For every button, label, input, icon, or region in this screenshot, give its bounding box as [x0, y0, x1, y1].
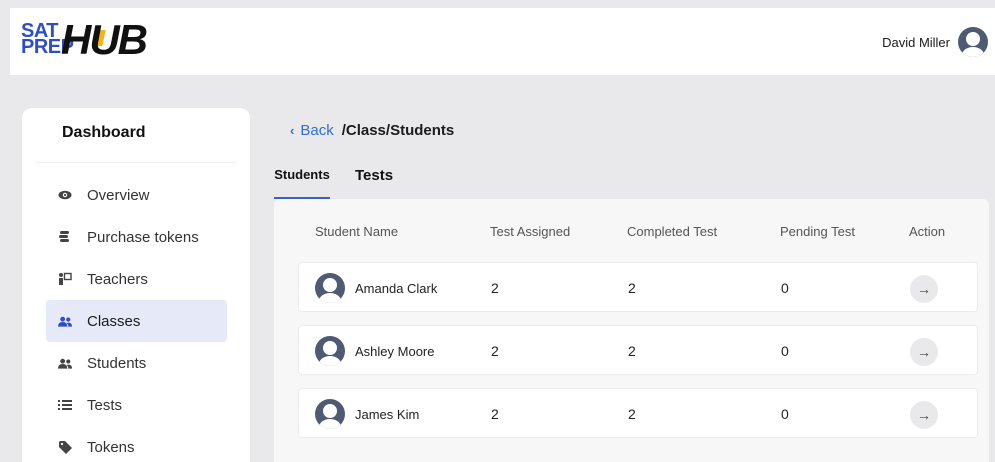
tag-icon	[58, 440, 72, 454]
table-row[interactable]: Amanda Clark 2 2 0 →	[298, 262, 978, 312]
test-assigned-value: 2	[491, 406, 499, 422]
breadcrumb: ‹ Back /Class/Students	[290, 122, 454, 139]
student-avatar	[315, 336, 345, 366]
sidebar-item-tests[interactable]: Tests	[46, 384, 227, 426]
users-icon	[58, 356, 72, 370]
sidebar-item-label: Tests	[87, 396, 123, 414]
pending-test-value: 0	[781, 280, 789, 296]
student-avatar	[315, 273, 345, 303]
student-name: Ashley Moore	[355, 343, 435, 359]
user-avatar[interactable]	[958, 27, 988, 57]
arrow-right-icon: →	[917, 407, 931, 423]
coins-icon	[58, 230, 72, 244]
column-header-action: Action	[909, 224, 946, 239]
completed-test-value: 2	[628, 343, 636, 359]
column-header-test-assigned: Test Assigned	[490, 224, 571, 239]
back-label: Back	[300, 122, 334, 139]
user-menu[interactable]: David Miller	[882, 27, 988, 57]
sidebar-item-purchase-tokens[interactable]: Purchase tokens	[46, 216, 227, 258]
view-student-button[interactable]: →	[910, 338, 938, 366]
back-link[interactable]: ‹ Back	[290, 122, 334, 139]
pending-test-value: 0	[781, 343, 789, 359]
sidebar-item-label: Students	[87, 354, 147, 372]
sidebar-item-label: Tokens	[87, 438, 135, 456]
sidebar-item-label: Teachers	[87, 270, 148, 288]
top-bar: SAT PREP HUB David Miller	[10, 8, 995, 75]
student-name-cell: Ashley Moore	[315, 336, 434, 366]
completed-test-value: 2	[628, 406, 636, 422]
logo-hub-text: HUB	[61, 16, 148, 63]
pending-test-value: 0	[781, 406, 789, 422]
test-assigned-value: 2	[491, 280, 499, 296]
student-name: Amanda Clark	[355, 280, 438, 296]
sidebar-item-teachers[interactable]: Teachers	[46, 258, 227, 300]
sidebar-item-tokens[interactable]: Tokens	[46, 426, 227, 462]
arrow-right-icon: →	[917, 344, 931, 360]
sidebar-item-label: Purchase tokens	[87, 228, 199, 246]
completed-test-value: 2	[628, 280, 636, 296]
student-name-cell: James Kim	[315, 399, 419, 429]
tab-students[interactable]: Students	[274, 167, 330, 199]
sidebar-item-label: Classes	[87, 312, 141, 330]
tab-tests[interactable]: Tests	[355, 167, 393, 199]
column-header-student-name: Student Name	[315, 224, 399, 239]
arrow-right-icon: →	[917, 281, 931, 297]
eye-icon	[58, 188, 72, 202]
users-icon	[58, 314, 72, 328]
user-name: David Miller	[882, 34, 950, 50]
column-header-pending-test: Pending Test	[780, 224, 855, 239]
sidebar-item-overview[interactable]: Overview	[46, 174, 227, 216]
sidebar-item-label: Overview	[87, 186, 150, 204]
students-table: Student Name Test Assigned Completed Tes…	[274, 199, 989, 462]
view-student-button[interactable]: →	[910, 275, 938, 303]
table-row[interactable]: James Kim 2 2 0 →	[298, 388, 978, 438]
breadcrumb-path: /Class/Students	[341, 122, 455, 139]
list-icon	[58, 398, 72, 412]
sidebar: Dashboard Overview Purchase tokens Teach…	[22, 108, 250, 462]
sidebar-divider	[36, 162, 236, 163]
table-row[interactable]: Ashley Moore 2 2 0 →	[298, 325, 978, 375]
sidebar-item-classes[interactable]: Classes	[46, 300, 227, 342]
view-student-button[interactable]: →	[910, 401, 938, 429]
tab-bar: Students Tests	[274, 167, 393, 199]
sidebar-item-students[interactable]: Students	[46, 342, 227, 384]
student-avatar	[315, 399, 345, 429]
chevron-left-icon: ‹	[290, 123, 295, 138]
teacher-icon	[58, 272, 72, 286]
column-header-completed-test: Completed Test	[627, 224, 718, 239]
sidebar-title: Dashboard	[62, 124, 146, 141]
student-name-cell: Amanda Clark	[315, 273, 437, 303]
test-assigned-value: 2	[491, 343, 499, 359]
student-name: James Kim	[355, 406, 420, 422]
